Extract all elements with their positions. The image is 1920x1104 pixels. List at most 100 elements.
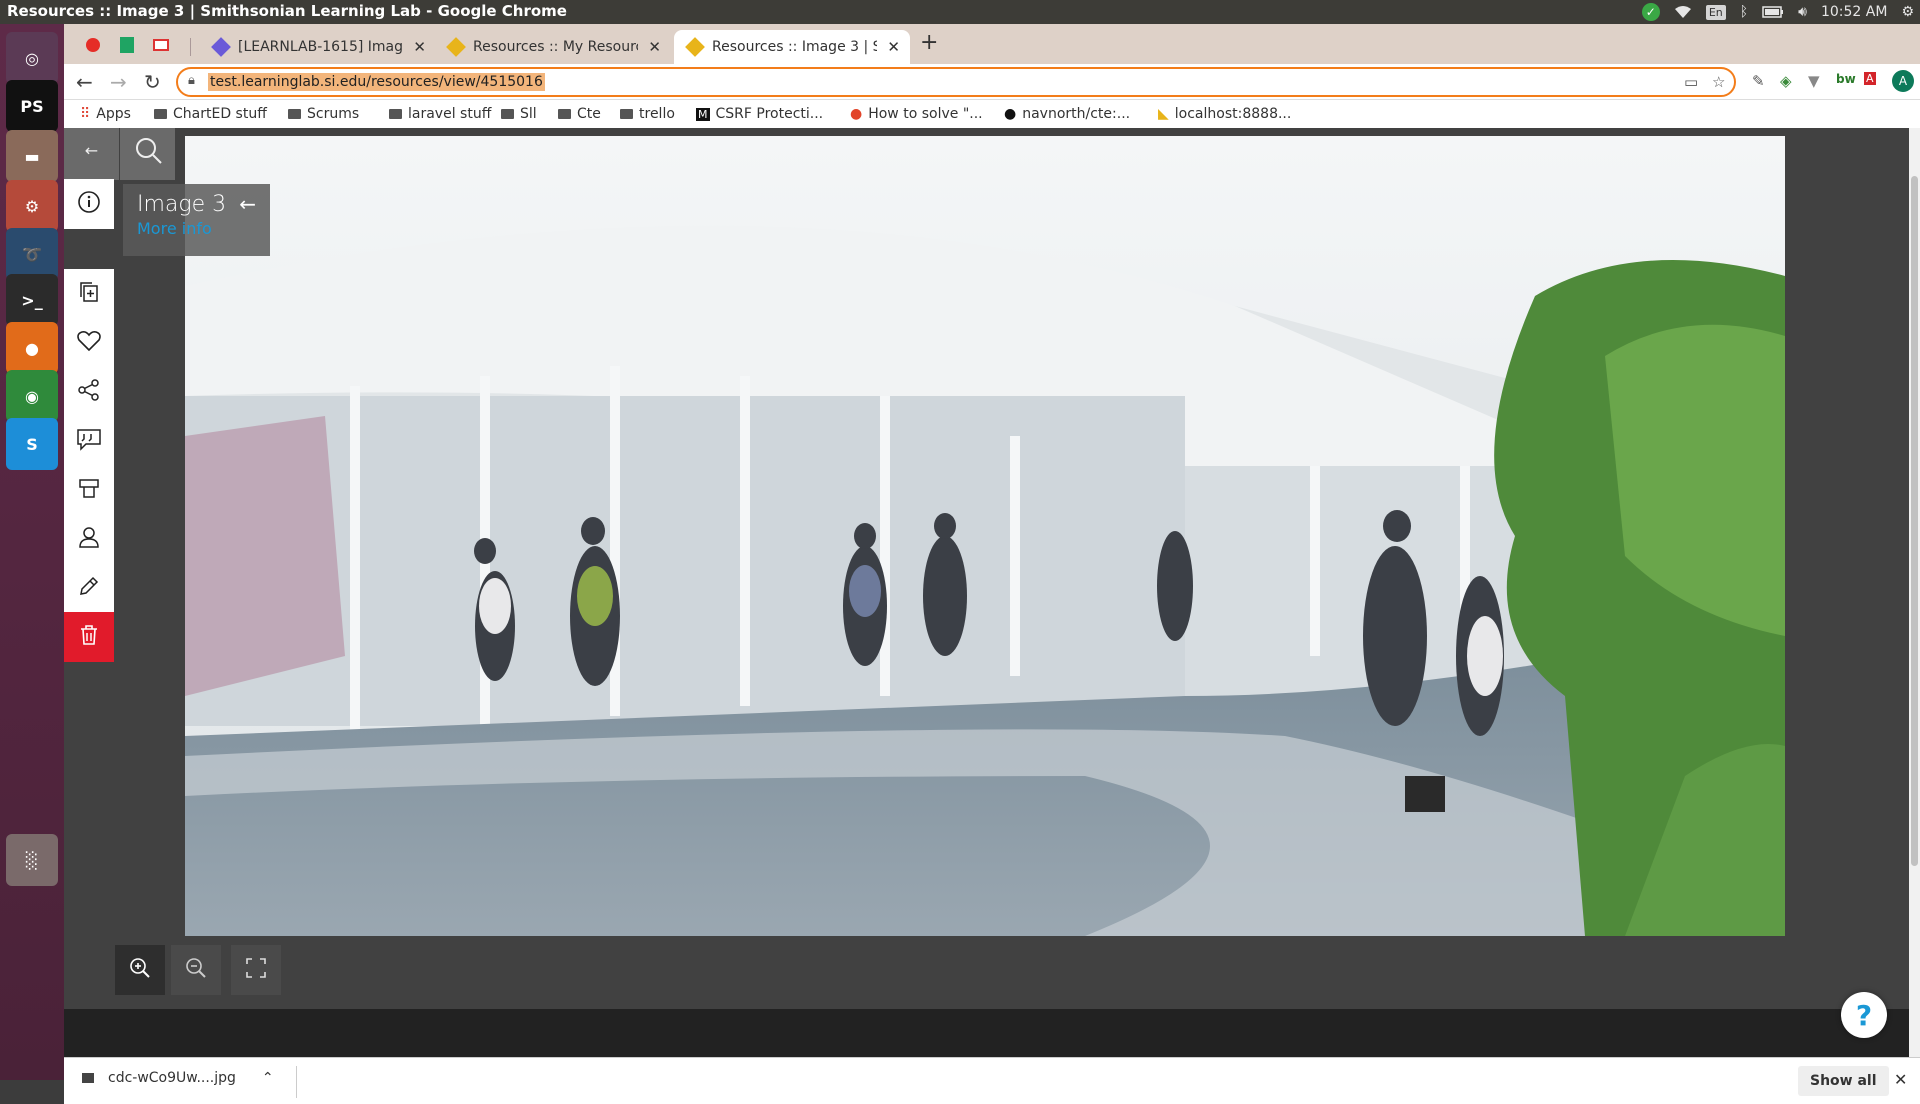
resource-image[interactable] (185, 136, 1785, 936)
bookmark-star-icon[interactable]: ☆ (1712, 73, 1725, 91)
launcher-phpstorm-icon[interactable]: PS (6, 80, 58, 132)
wifi-icon[interactable] (1674, 5, 1692, 19)
back-arrow-button[interactable]: ← (64, 128, 119, 180)
forward-icon[interactable]: → (110, 70, 127, 94)
settings-gear-icon[interactable]: ⚙ (1901, 4, 1914, 20)
launcher-files-icon[interactable]: ▬ (6, 130, 58, 182)
bookmark-item[interactable]: ● navnorth/cte:... (1004, 106, 1130, 122)
bookmark-item[interactable]: Cte (558, 106, 601, 122)
image-file-icon (82, 1073, 94, 1083)
launcher-chrome-icon[interactable]: ◉ (6, 370, 58, 422)
tab-strip: [LEARNLAB-1615] Image t ✕ Resources :: My … (64, 24, 1920, 64)
launcher-firefox-icon[interactable]: ● (6, 322, 58, 374)
bookmark-label: laravel stuff (408, 106, 492, 122)
more-info-link[interactable]: More info (137, 219, 256, 238)
keyboard-language-indicator[interactable]: En (1705, 4, 1726, 20)
youtube-icon (86, 38, 100, 52)
bookmark-item[interactable]: laravel stuff (389, 106, 491, 122)
back-icon[interactable]: ← (76, 70, 93, 94)
download-filename: cdc-wCo9Uw....jpg (108, 1070, 236, 1086)
scrollbar-thumb[interactable] (1911, 176, 1918, 866)
bookmark-item[interactable]: M CSRF Protecti... (696, 106, 823, 122)
pinned-tab-sheets[interactable] (114, 32, 140, 58)
bookmark-item[interactable]: ⠿ Apps (80, 106, 131, 122)
folder-icon (154, 109, 167, 119)
launcher-terminal-icon[interactable]: >_ (6, 274, 58, 326)
ask-icon: ● (850, 106, 863, 122)
delete-button[interactable] (64, 612, 114, 662)
clock[interactable]: 10:52 AM (1821, 4, 1887, 20)
menu-icon[interactable]: ⋮ (1916, 72, 1920, 90)
chevron-up-icon[interactable]: ⌃ (262, 1070, 274, 1086)
resource-title: Image 3 (137, 192, 227, 217)
launcher-mysql-workbench-icon[interactable]: ➰ (6, 228, 58, 280)
browser-tab[interactable]: Resources :: My Resource: ✕ (435, 30, 671, 64)
url-text[interactable]: test.learninglab.si.edu/resources/view/4… (208, 73, 545, 91)
new-tab-button[interactable]: + (920, 30, 938, 55)
bookmark-item[interactable]: ● How to solve "... (850, 106, 983, 122)
downloads-separator (296, 1066, 297, 1098)
launcher-system-settings-icon[interactable]: ⚙ (6, 180, 58, 232)
tab-close-icon[interactable]: ✕ (648, 38, 661, 56)
owner-button[interactable] (64, 514, 114, 564)
tab-favicon-icon (211, 37, 231, 57)
lock-icon[interactable]: 🔒︎ (188, 73, 195, 88)
pencil-icon (77, 574, 101, 602)
folder-icon (558, 109, 571, 119)
pinned-tab-youtube[interactable] (80, 32, 106, 58)
battery-icon[interactable] (1762, 6, 1784, 18)
browser-tab[interactable]: Resources :: Image 3 | Smi ✕ (674, 30, 910, 64)
collapse-arrow-icon[interactable]: ← (239, 192, 256, 216)
edit-button[interactable] (64, 563, 114, 613)
chrome-window: [LEARNLAB-1615] Image t ✕ Resources :: My … (64, 24, 1920, 1104)
bookmark-item[interactable]: ◣ localhost:8888... (1158, 106, 1291, 122)
bookmark-item[interactable]: ChartED stuff (154, 106, 267, 122)
launcher-ubuntu-dash-icon[interactable]: ◎ (6, 32, 58, 84)
github-icon: ● (1004, 106, 1017, 122)
tab-title: Resources :: Image 3 | Smi (712, 39, 878, 55)
bw-extension-icon[interactable]: bw (1836, 72, 1856, 86)
print-button[interactable] (64, 465, 114, 515)
reload-icon[interactable]: ↻ (144, 70, 161, 94)
browser-tab[interactable]: [LEARNLAB-1615] Image t ✕ (200, 30, 436, 64)
share-icon (77, 378, 101, 406)
launcher-skype-icon[interactable]: S (6, 418, 58, 470)
launcher-trash-icon[interactable]: ░ (6, 834, 58, 886)
bluetooth-icon[interactable]: ᛒ (1740, 4, 1748, 20)
folder-icon (389, 109, 402, 119)
share-button[interactable] (64, 367, 114, 417)
pdf-extension-icon[interactable]: A (1864, 72, 1876, 85)
info-button[interactable] (64, 179, 114, 229)
cite-button[interactable] (64, 416, 114, 466)
bookmark-label: ChartED stuff (173, 106, 267, 122)
search-icon (135, 138, 162, 164)
tab-close-icon[interactable]: ✕ (887, 38, 900, 56)
volume-icon[interactable]: 🔊︎ (1798, 4, 1807, 20)
evernote-extension-icon[interactable]: ◈ (1780, 72, 1792, 90)
zoom-in-button[interactable] (115, 945, 165, 995)
favorite-button[interactable] (64, 318, 114, 368)
show-all-button[interactable]: Show all (1798, 1066, 1889, 1096)
eyedropper-extension-icon[interactable]: ✎ (1752, 72, 1765, 90)
bookmark-item[interactable]: trello (620, 106, 675, 122)
launcher: ◎ PS ▬ ⚙ ➰ >_ ● ◉ S ░ (0, 24, 64, 1080)
cast-icon[interactable]: ▭ (1684, 73, 1698, 91)
page-footer-bar (64, 1009, 1909, 1057)
copy-button[interactable] (64, 269, 114, 319)
search-button[interactable] (120, 128, 175, 180)
vertical-scrollbar[interactable] (1909, 128, 1920, 1057)
fullscreen-button[interactable] (231, 945, 281, 995)
bookmark-item[interactable]: Scrums (288, 106, 359, 122)
download-item[interactable]: cdc-wCo9Uw....jpg ⌃ (82, 1070, 274, 1086)
update-indicator-icon[interactable]: ✓ (1641, 3, 1660, 21)
help-button[interactable]: ? (1841, 992, 1887, 1038)
tab-close-icon[interactable]: ✕ (413, 38, 426, 56)
profile-avatar[interactable]: A (1892, 70, 1914, 92)
pinned-tab-gmail[interactable] (148, 32, 174, 58)
bookmark-label: Sll (520, 106, 537, 122)
zoom-out-button[interactable] (171, 945, 221, 995)
bookmark-item[interactable]: Sll (501, 106, 537, 122)
omnibox[interactable]: 🔒︎ test.learninglab.si.edu/resources/vie… (176, 67, 1736, 97)
bookmark-label: Cte (577, 106, 601, 122)
vue-devtools-icon[interactable]: ▼ (1808, 72, 1820, 90)
